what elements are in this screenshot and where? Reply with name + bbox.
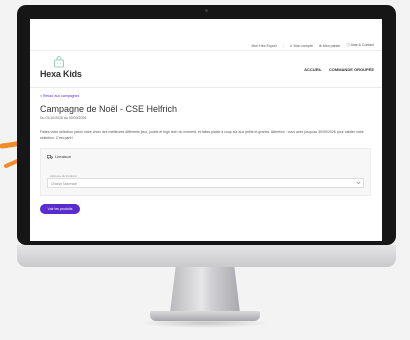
monitor-chin — [17, 245, 396, 267]
page-title: Campagne de Noël - CSE Helfrich — [40, 104, 178, 114]
monitor-base — [150, 311, 260, 321]
user-icon: ♙ — [289, 43, 293, 48]
top-link-help[interactable]: ⓘ Aide & Contact — [346, 43, 374, 48]
help-icon: ⓘ — [346, 43, 350, 47]
utility-bar: Mon Hex Export | ♙ Mon compte ⊕ Mon pani… — [30, 41, 382, 51]
chevron-down-icon — [356, 181, 361, 185]
campaign-dates: Du 01/10/2026 au 30/09/2026 — [40, 116, 87, 120]
shopping-bag-icon — [54, 56, 64, 68]
delivery-card: Livraison Adresse de livraison Choisir l… — [40, 148, 371, 196]
delivery-address-value: Choisir l'adresse — [51, 181, 77, 186]
nav-item-group-order[interactable]: COMMANDE GROUPÉE — [329, 67, 374, 72]
campaign-description: Faites votre sélection parmi notre choix… — [40, 130, 364, 140]
cart-icon: ⊕ — [318, 43, 322, 48]
main-nav: ACCUEIL COMMANDE GROUPÉE — [304, 67, 374, 72]
monitor-stand — [170, 267, 240, 313]
brand-name: Hexa Kids — [40, 69, 82, 79]
monitor-screen: Mon Hex Export | ♙ Mon compte ⊕ Mon pani… — [30, 19, 382, 241]
monitor-bezel: Mon Hex Export | ♙ Mon compte ⊕ Mon pani… — [17, 5, 396, 245]
camera-icon — [205, 9, 208, 12]
top-link-export[interactable]: Mon Hex Export — [252, 44, 277, 48]
see-products-button[interactable]: Voir les produits — [40, 204, 80, 214]
top-link-cart[interactable]: ⊕ Mon panier — [319, 44, 340, 48]
truck-icon — [47, 154, 53, 159]
brand-logo[interactable]: Hexa Kids — [40, 56, 82, 82]
header-divider — [30, 87, 382, 88]
nav-item-home[interactable]: ACCUEIL — [304, 67, 322, 72]
delivery-address-label: Adresse de livraison — [50, 174, 78, 178]
delivery-address-select[interactable]: Adresse de livraison Choisir l'adresse — [47, 174, 364, 188]
back-link[interactable]: < Retour aux campagnes — [40, 94, 79, 98]
top-link-account[interactable]: ♙ Mon compte — [290, 44, 313, 48]
delivery-heading: Livraison — [47, 154, 71, 159]
